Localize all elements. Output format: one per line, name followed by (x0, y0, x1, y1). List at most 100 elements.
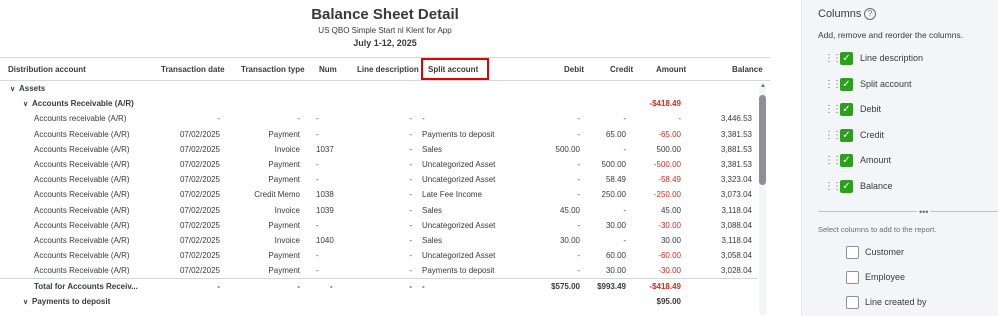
report-title: Balance Sheet Detail (311, 6, 459, 23)
table-row[interactable]: Accounts Receivable (A/R) 07/02/2025 Payme… (0, 248, 758, 263)
cell-acct[interactable]: Accounts Receivable (A/R) (34, 190, 154, 199)
cell-acct[interactable]: Accounts Receivable (A/R) (34, 206, 154, 215)
cell-date: - (217, 114, 220, 124)
drag-handle-icon[interactable]: ⋮⋮ (824, 53, 842, 64)
table-row[interactable]: Accounts Receivable (A/R) 07/02/2025 Payme… (0, 218, 758, 233)
cell-acct[interactable]: Accounts Receivable (A/R) (34, 236, 154, 245)
col-header-transaction-type[interactable]: Transaction type (241, 65, 305, 74)
checkbox-unchecked[interactable] (846, 271, 859, 284)
col-header-amount[interactable]: Amount (656, 65, 686, 74)
col-header-balance[interactable]: Balance (732, 65, 763, 74)
cell-date: 07/02/2025 (179, 159, 220, 169)
checkbox-checked-icon[interactable]: ✓ (840, 179, 853, 193)
cell-date: 07/02/2025 (179, 220, 220, 230)
section-assets-row[interactable]: ∨ Assets (0, 81, 758, 96)
cell-balance: 3,881.53 (720, 144, 752, 154)
cell-split: Uncategorized Asset (422, 251, 496, 261)
col-header-distribution-account[interactable]: Distribution account (8, 65, 86, 74)
column-item[interactable]: ⋮⋮ ✓ Amount (822, 153, 992, 169)
cell-split: Payments to deposit (422, 266, 495, 276)
column-item[interactable]: ⋮⋮ ✓ Balance (822, 179, 992, 195)
cell-debit: - (577, 159, 580, 169)
group-ptd-row[interactable]: ∨ Payments to deposit $95.00 (0, 294, 758, 309)
cell-desc: - (409, 266, 412, 276)
cell-debit: - (577, 190, 580, 200)
cell-acct[interactable]: Accounts Receivable (A/R) (34, 251, 154, 260)
cell-amount: 500.00 (656, 144, 681, 154)
cell-split: Uncategorized Asset (422, 220, 496, 230)
table-row[interactable]: Accounts Receivable (A/R) 07/02/2025 Invoi… (0, 142, 758, 157)
cell-split: Sales (422, 235, 443, 245)
drag-handle-icon[interactable]: ⋮⋮ (824, 181, 842, 192)
total-type: - (297, 282, 300, 292)
cell-acct[interactable]: Accounts Receivable (A/R) (34, 145, 154, 154)
column-item[interactable]: ⋮⋮ ✓ Split account (822, 77, 992, 93)
checkbox-checked-icon[interactable]: ✓ (840, 52, 853, 65)
column-item[interactable]: ⋮⋮ ✓ Debit (822, 102, 992, 118)
cell-type: Payment (268, 159, 300, 169)
available-column-item[interactable]: Employee (822, 270, 992, 286)
drag-handle-icon[interactable]: ⋮⋮ (824, 130, 842, 141)
drag-handle-icon[interactable]: ••• (917, 207, 931, 217)
cell-balance: 3,323.04 (720, 175, 752, 185)
available-column-item[interactable]: Line created by (822, 295, 992, 311)
col-header-num[interactable]: Num (319, 65, 337, 74)
cell-debit: - (577, 129, 580, 139)
cell-balance: 3,381.53 (720, 159, 752, 169)
cell-debit: - (577, 220, 580, 230)
cell-credit: 250.00 (601, 190, 626, 200)
chevron-down-icon[interactable]: ∨ (10, 85, 19, 93)
column-item[interactable]: ⋮⋮ ✓ Credit (822, 128, 992, 144)
table-row[interactable]: Accounts Receivable (A/R) 07/02/2025 Payme… (0, 127, 758, 142)
cell-type: Invoice (274, 205, 300, 215)
chevron-down-icon[interactable]: ∨ (23, 100, 32, 108)
table-row[interactable]: Accounts receivable (A/R) - - - - - - - -3,446.5… (0, 111, 758, 126)
cell-debit: 500.00 (555, 144, 580, 154)
table-row[interactable]: Accounts Receivable (A/R) 07/02/2025 Payme… (0, 263, 758, 278)
drag-handle-icon[interactable]: ⋮⋮ (824, 104, 842, 115)
chevron-down-icon[interactable]: ∨ (23, 298, 32, 306)
col-header-credit[interactable]: Credit (610, 65, 633, 74)
available-column-item[interactable]: Customer (822, 245, 992, 261)
cell-credit: 58.49 (605, 175, 626, 185)
checkbox-checked-icon[interactable]: ✓ (840, 128, 853, 142)
scrollbar-thumb[interactable] (759, 95, 766, 185)
drag-handle-icon[interactable]: ⋮⋮ (824, 155, 842, 166)
cell-debit: 45.00 (559, 205, 580, 215)
cell-acct[interactable]: Accounts receivable (A/R) (34, 114, 154, 123)
checkbox-unchecked[interactable] (846, 246, 859, 259)
column-label: Split account (860, 78, 912, 89)
drag-handle-icon[interactable]: ⋮⋮ (824, 79, 842, 90)
cell-date: 07/02/2025 (179, 144, 220, 154)
total-ar-row: Total for Accounts Receiv... - - - - - $… (0, 278, 758, 293)
col-header-transaction-date[interactable]: Transaction date (161, 65, 225, 74)
group-ar-row[interactable]: ∨ Accounts Receivable (A/R) -$418.49 (0, 96, 758, 111)
cell-acct[interactable]: Accounts Receivable (A/R) (34, 160, 154, 169)
checkbox-checked-icon[interactable]: ✓ (840, 103, 853, 116)
table-row[interactable]: Accounts Receivable (A/R) 07/02/2025 Credi… (0, 187, 758, 202)
section-assets-label: Assets (19, 84, 46, 93)
help-icon[interactable]: ? (864, 8, 876, 20)
col-header-line-description[interactable]: Line description (357, 65, 419, 74)
cell-acct[interactable]: Accounts Receivable (A/R) (34, 221, 154, 230)
table-row[interactable]: Accounts Receivable (A/R) 07/02/2025 Payme… (0, 172, 758, 187)
vertical-scrollbar[interactable] (759, 83, 766, 315)
cell-acct[interactable]: Accounts Receivable (A/R) (34, 130, 154, 139)
checkbox-checked-icon[interactable]: ✓ (840, 77, 853, 91)
scroll-up-icon[interactable]: ▲ (760, 83, 766, 89)
column-item[interactable]: ⋮⋮ ✓ Line description (822, 51, 992, 67)
checkbox-unchecked[interactable] (846, 296, 859, 309)
column-label: Employee (865, 272, 906, 282)
table-row[interactable]: Accounts Receivable (A/R) 07/02/2025 Payme… (0, 157, 758, 172)
split-account-highlight-box (421, 58, 489, 80)
table-row[interactable]: Accounts Receivable (A/R) 07/02/2025 Invoi… (0, 203, 758, 218)
table-row[interactable]: Accounts Receivable (A/R) 07/02/2025 Invoi… (0, 233, 758, 248)
cell-type: Payment (268, 251, 300, 261)
cell-acct[interactable]: Accounts Receivable (A/R) (34, 175, 154, 184)
checkbox-checked-icon[interactable]: ✓ (840, 154, 853, 167)
cell-type: Payment (268, 175, 300, 185)
col-header-debit[interactable]: Debit (564, 65, 584, 74)
cell-debit: - (577, 266, 580, 276)
cell-acct[interactable]: Accounts Receivable (A/R) (34, 266, 154, 275)
panel-subtitle: Add, remove and reorder the columns. (818, 30, 964, 40)
